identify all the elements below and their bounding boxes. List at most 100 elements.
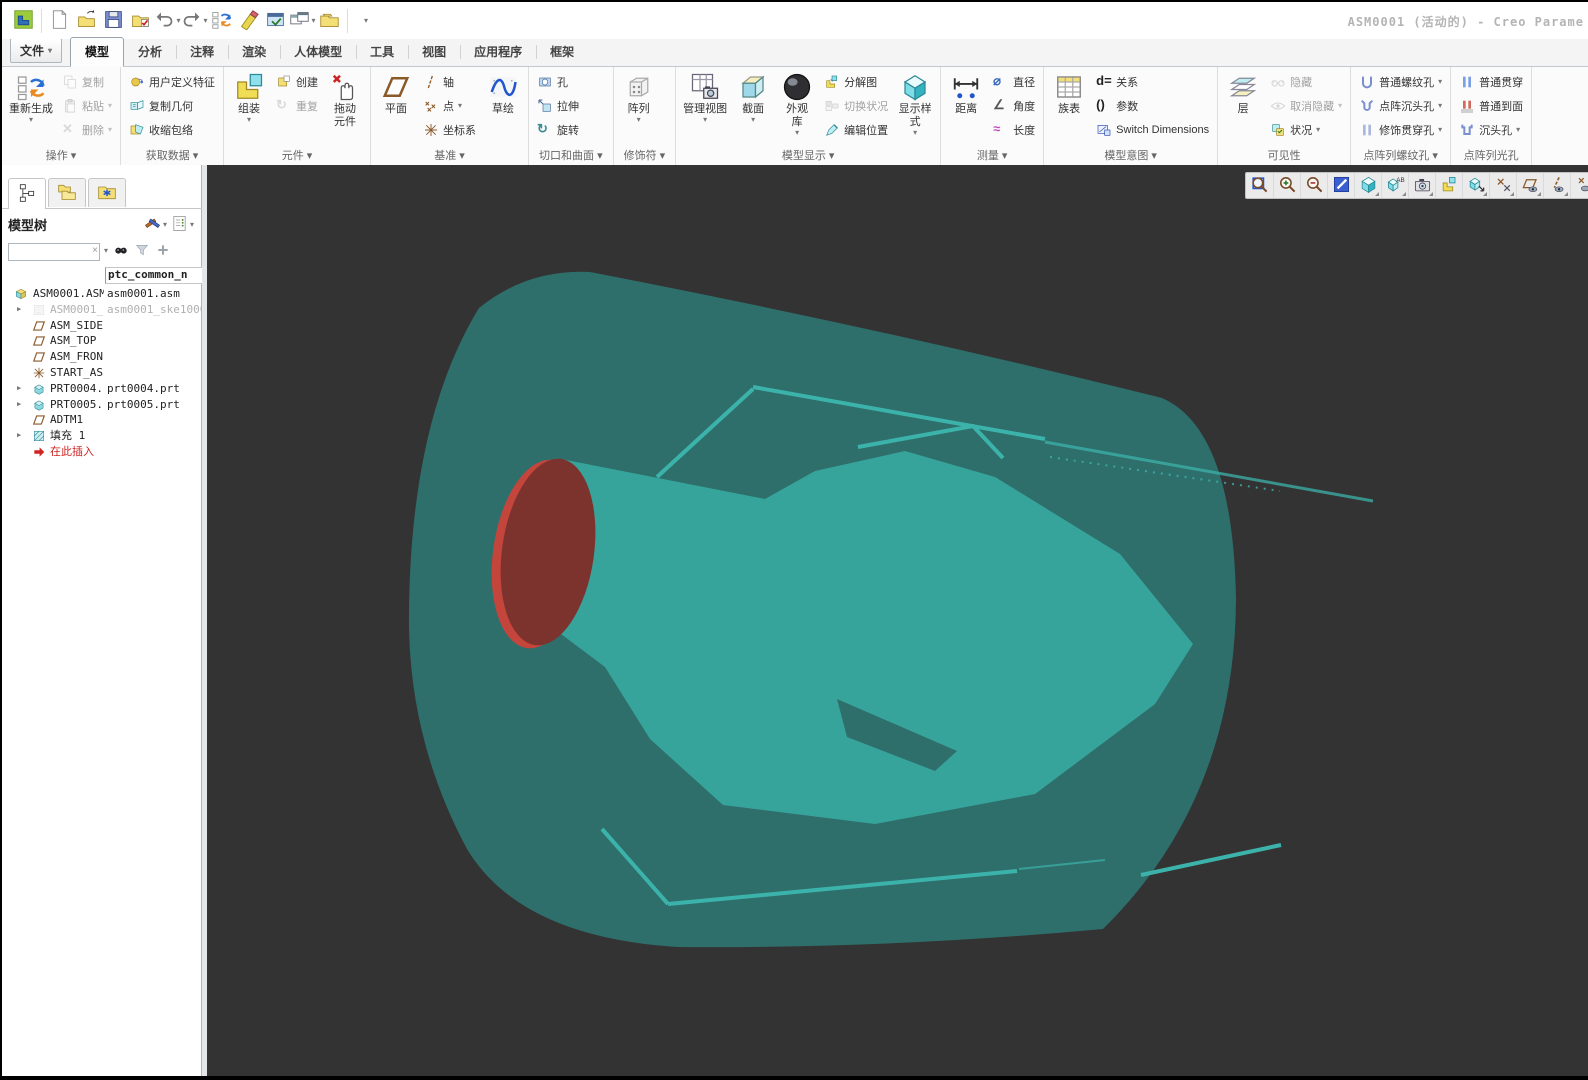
tree-item-PRT0005.[interactable]: ▶PRT0005.prt0005.prt	[2, 397, 202, 413]
csink-hole-button[interactable]: 点阵沉头孔▾	[1354, 94, 1447, 118]
group-label[interactable]: 操作 ▾	[2, 146, 120, 164]
datum-display-button[interactable]	[1489, 173, 1516, 198]
parameters-button[interactable]: ()参数	[1091, 94, 1214, 118]
tab-人体模型[interactable]: 人体模型	[280, 38, 356, 66]
length-button[interactable]: ≈长度	[988, 118, 1040, 142]
tree-item-START_AS[interactable]: START_AS	[2, 365, 202, 381]
status-button[interactable]: 状况▾	[1265, 118, 1347, 142]
vp-display-style-button[interactable]	[1354, 173, 1381, 198]
new-button[interactable]	[46, 8, 73, 34]
drag-button[interactable]: 拖动元件	[323, 69, 367, 146]
edit-position-button[interactable]: 编辑位置	[819, 118, 893, 142]
manage-views-button[interactable]: 管理视图▾	[679, 69, 731, 146]
navigator-tab-tree[interactable]	[8, 178, 46, 209]
explode-button[interactable]: 分解图	[819, 70, 893, 94]
tree-column-header[interactable]: ptc_common_n	[105, 267, 202, 284]
deco-hole-button[interactable]: 修饰贯穿孔▾	[1354, 118, 1447, 142]
search-input[interactable]	[8, 243, 100, 261]
shrinkwrap-button[interactable]: 收缩包络	[124, 118, 220, 142]
create-button[interactable]: 创建	[271, 70, 323, 94]
pattern-button[interactable]: 阵列▾	[617, 69, 661, 146]
repaint-button[interactable]	[1327, 173, 1354, 198]
udf-button[interactable]: 用户定义特征	[124, 70, 220, 94]
cbore-hole-button[interactable]: 沉头孔▾	[1454, 118, 1528, 142]
find-button[interactable]	[112, 241, 130, 262]
vp-explode-button[interactable]	[1435, 173, 1462, 198]
navigator-tab-folders[interactable]	[48, 178, 86, 207]
tab-注释[interactable]: 注释	[176, 38, 228, 66]
display-style-button[interactable]: 显示样式▾	[893, 69, 937, 146]
search-caret-icon[interactable]: ▾	[104, 247, 108, 255]
assembly-3d-model[interactable]	[207, 165, 1588, 1076]
tab-工具[interactable]: 工具	[356, 38, 408, 66]
group-label[interactable]: 模型显示 ▾	[676, 146, 940, 164]
group-label[interactable]: 获取数据 ▾	[121, 146, 223, 164]
layers-button[interactable]: 层	[1221, 69, 1265, 146]
through-hole-button[interactable]: 普通贯穿	[1454, 70, 1528, 94]
close-window-button[interactable]	[316, 8, 343, 34]
regenerate-button[interactable]: 重新生成▾	[5, 69, 57, 146]
thread-hole-button[interactable]: 普通螺纹孔▾	[1354, 70, 1447, 94]
window-button[interactable]	[262, 8, 289, 34]
saved-orientations-button[interactable]: AB	[1381, 173, 1408, 198]
tab-渲染[interactable]: 渲染	[228, 38, 280, 66]
section-button[interactable]: 截面▾	[731, 69, 775, 146]
tree-item-ADTM1[interactable]: ADTM1	[2, 412, 202, 428]
diameter-button[interactable]: ⌀直径	[988, 70, 1040, 94]
tree-item-PRT0004.[interactable]: ▶PRT0004.prt0004.prt	[2, 381, 202, 397]
point-button[interactable]: 点▾	[418, 94, 481, 118]
regenerate-qat-button[interactable]	[208, 8, 235, 34]
view-manager-button[interactable]	[1408, 173, 1435, 198]
open-button[interactable]	[73, 8, 100, 34]
assemble-button[interactable]: 组装▾	[227, 69, 271, 146]
plane-display-button[interactable]	[1516, 173, 1543, 198]
group-label[interactable]: 元件 ▾	[224, 146, 370, 164]
group-label[interactable]: 测量 ▾	[941, 146, 1043, 164]
to-surface-button[interactable]: 普通到面	[1454, 94, 1528, 118]
tree-item-ASM_SIDE[interactable]: ASM_SIDE	[2, 318, 202, 334]
expand-arrow-icon[interactable]: ▶	[17, 381, 21, 397]
family-table-button[interactable]: 族表	[1047, 69, 1091, 146]
tree-item-在此插入[interactable]: 在此插入	[2, 444, 202, 460]
tab-分析[interactable]: 分析	[124, 38, 176, 66]
erase-button[interactable]	[235, 8, 262, 34]
appearance-button[interactable]: 外观库▾	[775, 69, 819, 146]
tree-item-ASM0001.ASM[interactable]: ASM0001.ASMasm0001.asm	[2, 286, 202, 302]
plane-button[interactable]: 平面	[374, 69, 418, 146]
expand-arrow-icon[interactable]: ▶	[17, 397, 21, 413]
redo-button[interactable]: ▾	[181, 8, 208, 34]
filter-button[interactable]	[133, 241, 151, 262]
switch-dims-button[interactable]: Switch Dimensions	[1091, 118, 1214, 142]
list-button[interactable]: ▾	[169, 213, 196, 237]
group-label[interactable]: 模型意图 ▾	[1044, 146, 1217, 164]
refit-button[interactable]	[1246, 173, 1273, 198]
zoom-in-button[interactable]	[1273, 173, 1300, 198]
group-label[interactable]: 切口和曲面 ▾	[529, 146, 613, 164]
tab-模型[interactable]: 模型	[70, 37, 124, 67]
tree-item-ASM_TOP[interactable]: ASM_TOP	[2, 333, 202, 349]
undo-button[interactable]: ▾	[154, 8, 181, 34]
app-logo-button[interactable]	[10, 8, 37, 34]
relations-button[interactable]: d=关系	[1091, 70, 1214, 94]
graphics-viewport[interactable]: AB	[207, 165, 1588, 1076]
hole-button[interactable]: 孔	[532, 70, 584, 94]
tree-item-ASM0001_[interactable]: ▶ASM0001_asm0001_ske1000	[2, 302, 202, 318]
windows-button[interactable]: ▾	[289, 8, 316, 34]
add-button[interactable]	[154, 241, 172, 262]
group-label[interactable]: 修饰符 ▾	[614, 146, 676, 164]
navigator-tab-folder-star[interactable]	[88, 178, 126, 207]
tab-文件[interactable]: 文件▾	[10, 38, 62, 63]
tab-应用程序[interactable]: 应用程序	[460, 38, 536, 66]
point-display-button[interactable]	[1570, 173, 1588, 198]
revolve-button[interactable]: ↻旋转	[532, 118, 584, 142]
copy-geometry-button[interactable]: 复制几何	[124, 94, 220, 118]
sketch-button[interactable]: 草绘	[481, 69, 525, 146]
clear-search-icon[interactable]: ×	[92, 244, 98, 257]
group-label[interactable]: 点阵列螺纹孔 ▾	[1351, 146, 1450, 164]
vp-drag-button[interactable]	[1462, 173, 1489, 198]
tree-item-填充 1[interactable]: ▶填充 1	[2, 428, 202, 444]
group-label[interactable]: 基准 ▾	[371, 146, 528, 164]
tab-视图[interactable]: 视图	[408, 38, 460, 66]
axis-button[interactable]: 轴	[418, 70, 481, 94]
distance-button[interactable]: 距离	[944, 69, 988, 146]
